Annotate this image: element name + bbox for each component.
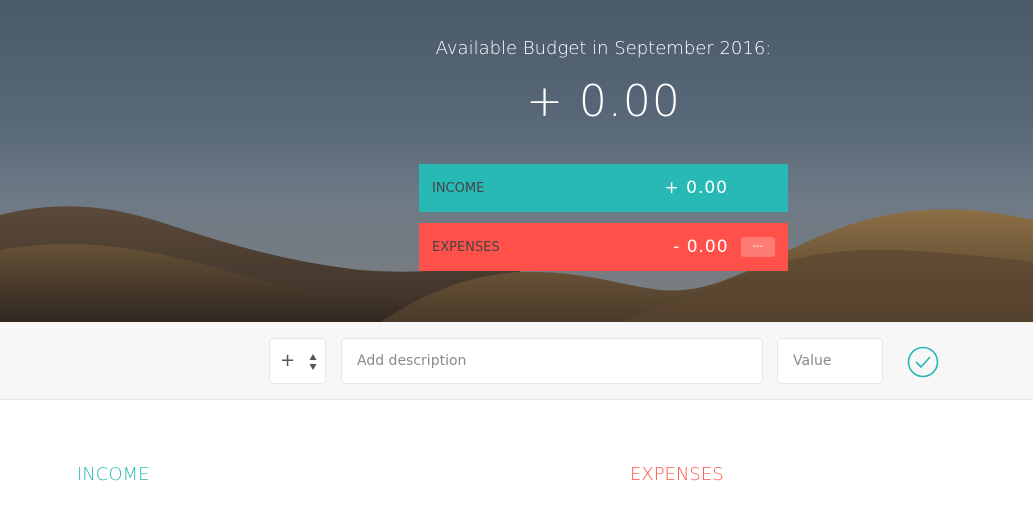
- budget-expenses-box: EXPENSES - 0.00 ---: [419, 223, 788, 271]
- budget-summary: Available Budget in September 2016: + 0.…: [419, 0, 788, 322]
- add-item-bar: +: [0, 322, 1033, 400]
- budget-expenses-label: EXPENSES: [432, 239, 500, 255]
- add-value-input[interactable]: [777, 338, 883, 384]
- checkmark-circle-icon: [907, 346, 939, 378]
- budget-income-value: + 0.00: [664, 178, 728, 198]
- budget-expenses-value: - 0.00: [673, 237, 729, 257]
- budget-income-label: INCOME: [432, 180, 485, 196]
- budget-title: Available Budget in September 2016:: [435, 38, 772, 59]
- add-submit-button[interactable]: [907, 346, 939, 378]
- add-description-input[interactable]: [341, 338, 763, 384]
- expenses-list-title: EXPENSES: [630, 464, 724, 485]
- budget-header: Available Budget in September 2016: + 0.…: [0, 0, 1033, 322]
- add-type-value: +: [280, 350, 296, 371]
- add-type-select[interactable]: +: [269, 338, 326, 384]
- budget-value: + 0.00: [526, 76, 681, 127]
- budget-expenses-percentage: ---: [740, 237, 775, 257]
- budget-income-box: INCOME + 0.00: [419, 164, 788, 212]
- income-list-title: INCOME: [77, 464, 150, 485]
- up-down-arrows-icon: [309, 354, 317, 370]
